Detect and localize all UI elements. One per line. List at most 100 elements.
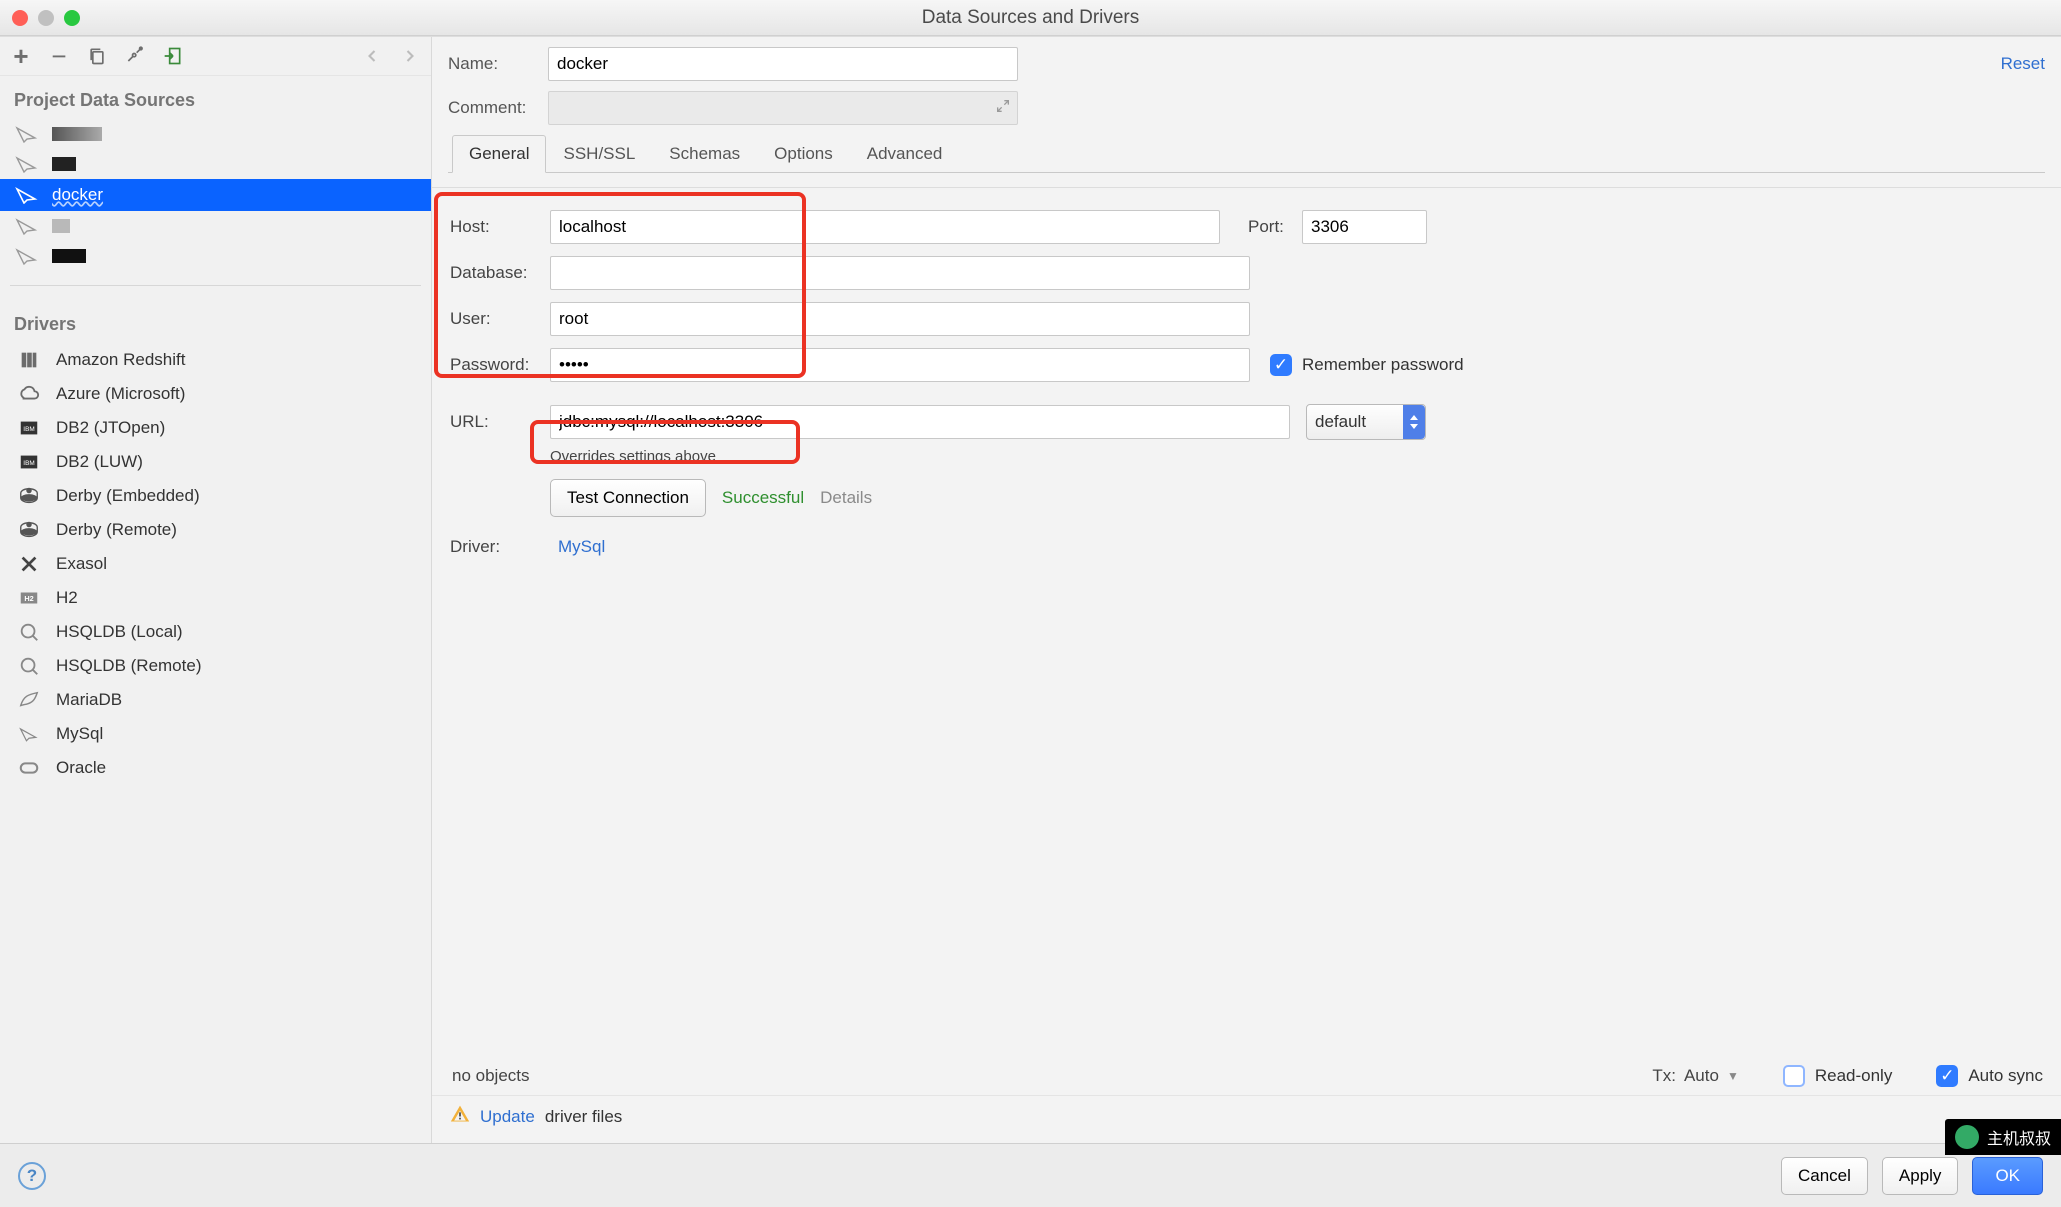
url-input[interactable] xyxy=(550,405,1290,439)
redacted-label xyxy=(52,127,102,141)
driver-label: Derby (Embedded) xyxy=(56,486,200,506)
back-icon[interactable] xyxy=(361,45,383,67)
port-input[interactable] xyxy=(1302,210,1427,244)
main-panel: Name: Reset Comment: GeneralSSH/SSLSchem… xyxy=(432,37,2061,1143)
user-label: User: xyxy=(450,309,550,329)
maximize-window-button[interactable] xyxy=(64,10,80,26)
expand-icon[interactable] xyxy=(995,98,1011,119)
data-source-item[interactable] xyxy=(0,211,431,241)
comment-input[interactable] xyxy=(548,91,1018,125)
driver-label: MySql xyxy=(56,724,103,744)
driver-label: DB2 (LUW) xyxy=(56,452,143,472)
update-driver-link[interactable]: Update xyxy=(480,1107,535,1127)
cancel-button[interactable]: Cancel xyxy=(1781,1157,1868,1195)
chevron-down-icon: ▼ xyxy=(1727,1069,1739,1083)
sidebar-toolbar: + − xyxy=(0,37,431,76)
database-cursor-icon xyxy=(14,217,40,235)
tx-mode-dropdown[interactable]: Tx: Auto ▼ xyxy=(1652,1066,1738,1086)
tab-schemas[interactable]: Schemas xyxy=(652,135,757,173)
driver-item[interactable]: Exasol xyxy=(0,547,431,581)
checkbox-off-icon xyxy=(1783,1065,1805,1087)
add-icon[interactable]: + xyxy=(10,45,32,67)
tab-general[interactable]: General xyxy=(452,135,546,173)
url-mode-value: default xyxy=(1315,412,1366,432)
host-input[interactable] xyxy=(550,210,1220,244)
data-source-item[interactable] xyxy=(0,149,431,179)
readonly-checkbox[interactable]: Read-only xyxy=(1783,1065,1893,1087)
data-source-item[interactable] xyxy=(0,119,431,149)
driver-item[interactable]: H2H2 xyxy=(0,581,431,615)
database-cursor-icon xyxy=(14,125,40,143)
tabs: GeneralSSH/SSLSchemasOptionsAdvanced xyxy=(448,135,2045,173)
comment-label: Comment: xyxy=(448,98,548,118)
driver-item[interactable]: IBM DB2 (JTOpen) xyxy=(0,411,431,445)
driver-item[interactable]: HSQLDB (Local) xyxy=(0,615,431,649)
driver-icon: IBM xyxy=(16,417,42,439)
driver-item[interactable]: Amazon Redshift xyxy=(0,343,431,377)
name-input[interactable] xyxy=(548,47,1018,81)
settings-icon[interactable] xyxy=(124,45,146,67)
data-source-label: docker xyxy=(52,185,103,205)
project-data-sources-title: Project Data Sources xyxy=(0,76,431,119)
tab-advanced[interactable]: Advanced xyxy=(850,135,960,173)
driver-item[interactable]: Derby (Embedded) xyxy=(0,479,431,513)
redacted-label xyxy=(52,157,76,171)
svg-text:IBM: IBM xyxy=(23,460,34,467)
password-label: Password: xyxy=(450,355,550,375)
url-mode-select[interactable]: default xyxy=(1306,404,1426,440)
driver-item[interactable]: IBM DB2 (LUW) xyxy=(0,445,431,479)
test-details-link[interactable]: Details xyxy=(820,488,872,508)
driver-item[interactable]: MySql xyxy=(0,717,431,751)
checkbox-on-icon: ✓ xyxy=(1270,354,1292,376)
driver-item[interactable]: HSQLDB (Remote) xyxy=(0,649,431,683)
apply-button[interactable]: Apply xyxy=(1882,1157,1959,1195)
driver-label: MariaDB xyxy=(56,690,122,710)
driver-item[interactable]: Azure (Microsoft) xyxy=(0,377,431,411)
forward-icon[interactable] xyxy=(399,45,421,67)
minimize-window-button[interactable] xyxy=(38,10,54,26)
driver-icon xyxy=(16,383,42,405)
tab-ssh-ssl[interactable]: SSH/SSL xyxy=(546,135,652,173)
drivers-title: Drivers xyxy=(0,300,431,343)
database-input[interactable] xyxy=(550,256,1250,290)
avatar-icon xyxy=(1955,1125,1979,1149)
driver-item[interactable]: MariaDB xyxy=(0,683,431,717)
warning-icon xyxy=(450,1104,470,1129)
redacted-label xyxy=(52,249,86,263)
database-cursor-icon xyxy=(14,186,40,204)
svg-text:IBM: IBM xyxy=(23,426,34,433)
remove-icon[interactable]: − xyxy=(48,45,70,67)
password-input[interactable] xyxy=(550,348,1250,382)
reset-link[interactable]: Reset xyxy=(2001,54,2045,74)
titlebar: Data Sources and Drivers xyxy=(0,0,2061,36)
driver-label: Amazon Redshift xyxy=(56,350,185,370)
driver-icon xyxy=(16,485,42,507)
driver-icon xyxy=(16,757,42,779)
driver-item[interactable]: Derby (Remote) xyxy=(0,513,431,547)
driver-label: DB2 (JTOpen) xyxy=(56,418,165,438)
remember-password-checkbox[interactable]: ✓ Remember password xyxy=(1270,354,1464,376)
tab-options[interactable]: Options xyxy=(757,135,850,173)
driver-item[interactable]: Oracle xyxy=(0,751,431,785)
help-button[interactable]: ? xyxy=(18,1162,46,1190)
test-status: Successful xyxy=(722,488,804,508)
remember-password-label: Remember password xyxy=(1302,355,1464,375)
driver-label: HSQLDB (Remote) xyxy=(56,656,201,676)
import-icon[interactable] xyxy=(162,45,184,67)
ok-button[interactable]: OK xyxy=(1972,1157,2043,1195)
driver-icon: IBM xyxy=(16,451,42,473)
dialog-footer: ? Cancel Apply OK xyxy=(0,1143,2061,1207)
driver-icon xyxy=(16,723,42,745)
test-connection-button[interactable]: Test Connection xyxy=(550,479,706,517)
close-window-button[interactable] xyxy=(12,10,28,26)
drivers-list: Amazon Redshift Azure (Microsoft) IBM DB2 (… xyxy=(0,343,431,785)
driver-link[interactable]: MySql xyxy=(558,537,605,557)
autosync-checkbox[interactable]: ✓ Auto sync xyxy=(1936,1065,2043,1087)
data-source-item-docker[interactable]: docker xyxy=(0,179,431,211)
copy-icon[interactable] xyxy=(86,45,108,67)
sidebar-divider xyxy=(10,285,421,286)
user-input[interactable] xyxy=(550,302,1250,336)
no-objects-label: no objects xyxy=(450,1066,530,1086)
url-hint: Overrides settings above xyxy=(550,448,2043,465)
data-source-item[interactable] xyxy=(0,241,431,271)
